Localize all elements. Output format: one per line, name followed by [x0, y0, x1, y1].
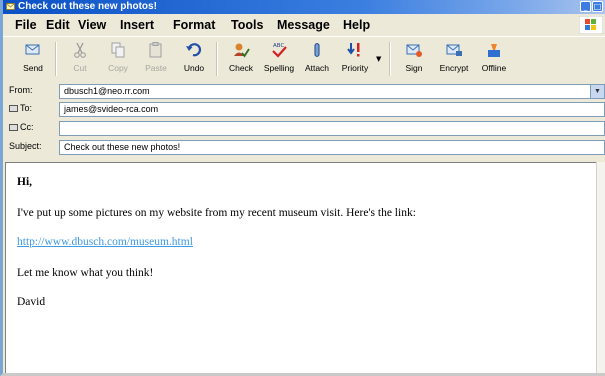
- chevron-down-icon[interactable]: ▼: [590, 85, 604, 98]
- cc-label[interactable]: Cc:: [9, 122, 34, 132]
- menu-edit[interactable]: Edit: [46, 17, 70, 33]
- subject-field[interactable]: Check out these new photos!: [59, 140, 605, 155]
- offline-icon: [488, 44, 500, 57]
- window-title: Check out these new photos!: [18, 1, 157, 12]
- menu-bar: File Edit View Insert Format Tools Messa…: [3, 14, 605, 36]
- museum-link[interactable]: http://www.dbusch.com/museum.html: [17, 236, 193, 248]
- undo-button[interactable]: Undo: [175, 39, 213, 79]
- greeting-text: Hi,: [17, 176, 33, 188]
- menu-file[interactable]: File: [15, 17, 37, 33]
- attach-button[interactable]: Attach: [298, 39, 336, 79]
- to-label[interactable]: To:: [9, 103, 32, 113]
- menu-tools[interactable]: Tools: [231, 17, 263, 33]
- body-paragraph: I've put up some pictures on my website …: [17, 207, 416, 219]
- undo-icon: [186, 43, 202, 57]
- message-headers: From: dbusch1@neo.rr.com ▼ To: james@svi…: [3, 81, 605, 160]
- scissors-icon: [74, 42, 86, 58]
- closing-text: Let me know what you think!: [17, 267, 154, 279]
- cut-button[interactable]: Cut: [61, 39, 99, 79]
- toolbar: Send Cut Copy Paste Undo Check ABC Spell…: [3, 36, 605, 82]
- maximize-button[interactable]: □: [592, 1, 603, 12]
- paste-button[interactable]: Paste: [137, 39, 175, 79]
- priority-button[interactable]: Priority: [336, 39, 374, 79]
- paste-icon: [149, 42, 162, 58]
- windows-logo-icon: [579, 16, 603, 34]
- check-names-button[interactable]: Check: [222, 39, 260, 79]
- from-label: From:: [9, 85, 33, 95]
- menu-format[interactable]: Format: [173, 17, 215, 33]
- offline-button[interactable]: Offline: [475, 39, 513, 79]
- check-names-icon: [234, 43, 250, 58]
- message-body[interactable]: Hi, I've put up some pictures on my webs…: [5, 162, 597, 373]
- svg-text:ABC: ABC: [273, 43, 284, 49]
- send-button[interactable]: Send: [14, 39, 52, 79]
- copy-icon: [111, 42, 125, 58]
- menu-help[interactable]: Help: [343, 17, 370, 33]
- priority-icon: [347, 43, 360, 57]
- spelling-button[interactable]: ABC Spelling: [260, 39, 298, 79]
- subject-label: Subject:: [9, 141, 42, 151]
- title-bar[interactable]: Check out these new photos! _ □: [3, 0, 605, 14]
- minimize-button[interactable]: _: [580, 1, 591, 12]
- paperclip-icon: [314, 42, 320, 58]
- priority-dropdown-arrow[interactable]: ▼: [376, 55, 381, 63]
- compose-window: Check out these new photos! _ □ File Edi…: [0, 0, 605, 376]
- envelope-icon: [6, 3, 15, 10]
- spelling-icon: ABC: [272, 43, 287, 58]
- copy-button[interactable]: Copy: [99, 39, 137, 79]
- encrypt-button[interactable]: Encrypt: [435, 39, 473, 79]
- vertical-scrollbar[interactable]: [596, 162, 605, 373]
- from-select[interactable]: dbusch1@neo.rr.com ▼: [59, 84, 605, 99]
- address-book-icon: [9, 105, 18, 112]
- menu-view[interactable]: View: [78, 17, 106, 33]
- from-value: dbusch1@neo.rr.com: [64, 86, 150, 96]
- menu-message[interactable]: Message: [277, 17, 330, 33]
- cc-field[interactable]: [59, 121, 605, 136]
- signature-text: David: [17, 296, 46, 308]
- address-book-icon: [9, 124, 18, 131]
- menu-insert[interactable]: Insert: [120, 17, 154, 33]
- sign-button[interactable]: Sign: [395, 39, 433, 79]
- sign-icon: [406, 44, 422, 57]
- to-field[interactable]: james@svideo-rca.com: [59, 102, 605, 117]
- send-icon: [25, 44, 40, 55]
- encrypt-icon: [446, 44, 462, 56]
